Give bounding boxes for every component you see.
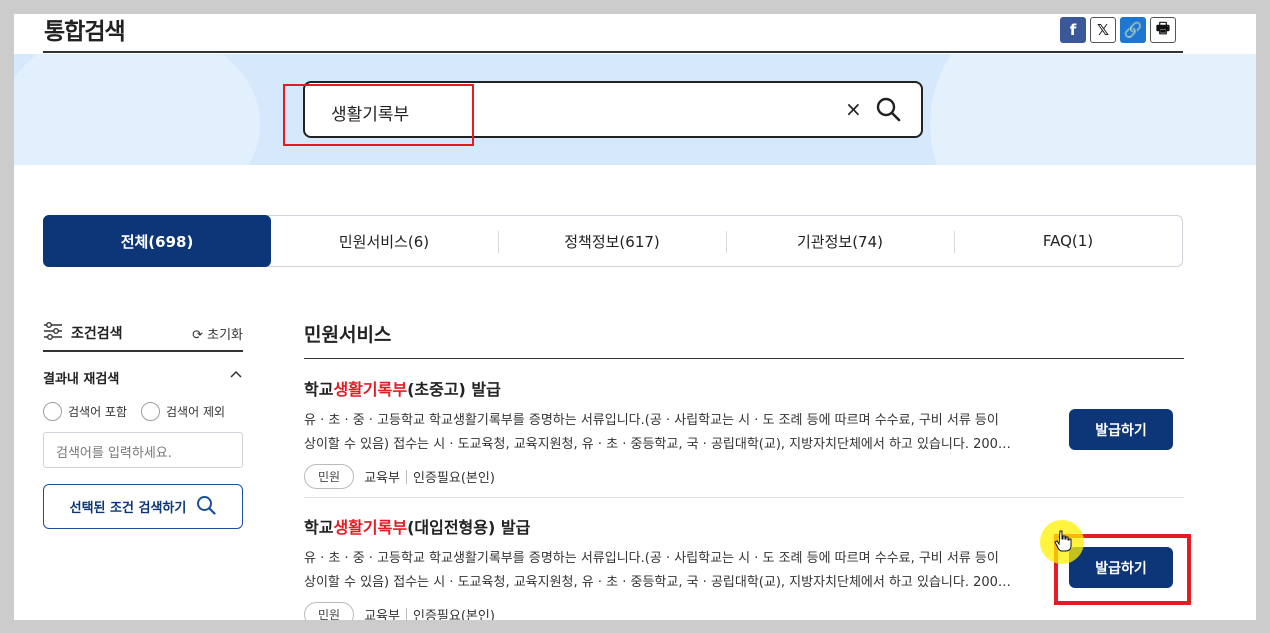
section-divider — [304, 358, 1184, 359]
page-title: 통합검색 — [44, 19, 126, 45]
category-badge: 민원 — [304, 602, 355, 620]
apply-filter-button[interactable]: 선택된 조건 검색하기 — [43, 484, 243, 529]
query-highlight-box — [283, 84, 474, 146]
refine-header[interactable]: 결과내 재검색 — [43, 368, 243, 387]
hand-cursor-icon — [1054, 530, 1072, 556]
item-divider — [304, 497, 1184, 498]
link-icon[interactable]: 🔗 — [1120, 17, 1146, 43]
include-radio[interactable] — [43, 402, 62, 421]
result-description: 유 · 초 · 중 · 고등학교 학교생활기록부를 증명하는 서류입니다.(공 … — [304, 551, 1011, 590]
refine-title: 결과내 재검색 — [43, 372, 120, 387]
filter-icon — [43, 322, 63, 344]
apply-filter-label: 선택된 조건 검색하기 — [69, 501, 187, 516]
tab-agency[interactable]: 기관정보(74) — [726, 216, 954, 266]
tab-all[interactable]: 전체(698) — [43, 215, 271, 267]
tab-faq[interactable]: FAQ(1) — [954, 216, 1182, 266]
result-title[interactable]: 학교생활기록부(초중고) 발급 — [304, 376, 1184, 400]
section-title: 민원서비스 — [304, 324, 392, 346]
title-divider — [43, 51, 1183, 53]
exclude-radio[interactable] — [141, 402, 161, 421]
tab-civil-service[interactable]: 민원서비스(6) — [270, 216, 498, 266]
reset-label: 초기화 — [207, 327, 243, 343]
page: 통합검색 f 𝕏 🔗 🖶 생활기록부 × 전체(698) 민원서비스(6) 정책… — [14, 14, 1256, 620]
filter-title: 조건검색 — [71, 326, 123, 342]
result-tabs: 전체(698) 민원서비스(6) 정책정보(617) 기관정보(74) FAQ(… — [43, 215, 1183, 267]
result-meta: 민원 교육부 인증필요(본인) — [304, 602, 1184, 620]
refine-search-input[interactable]: 검색어를 입력하세요. — [43, 432, 243, 468]
search-icon[interactable] — [875, 96, 901, 126]
auth-label: 인증필요(본인) — [412, 609, 495, 620]
auth-label: 인증필요(본인) — [412, 471, 495, 486]
refresh-icon: ⟳ — [192, 327, 203, 343]
result-meta: 민원 교육부 인증필요(본인) — [304, 464, 1184, 489]
clear-icon[interactable]: × — [845, 97, 862, 121]
reset-button[interactable]: ⟳ 초기화 — [192, 324, 243, 343]
facebook-icon[interactable]: f — [1060, 17, 1086, 43]
print-icon[interactable]: 🖶 — [1150, 17, 1176, 43]
filter-sidebar: 조건검색 ⟳ 초기화 결과내 재검색 검색어 포함 검색어 제외 검색어를 입력… — [43, 316, 243, 529]
result-item: 학교생활기록부(초중고) 발급 유 · 초 · 중 · 고등학교 학교생활기록부… — [304, 376, 1184, 489]
search-icon — [196, 495, 216, 519]
x-icon[interactable]: 𝕏 — [1090, 17, 1116, 43]
result-description: 유 · 초 · 중 · 고등학교 학교생활기록부를 증명하는 서류입니다.(공 … — [304, 413, 1011, 452]
include-label: 검색어 포함 — [68, 405, 128, 419]
exclude-option[interactable]: 검색어 제외 — [141, 402, 225, 421]
share-toolbar: f 𝕏 🔗 🖶 — [1060, 17, 1176, 43]
agency-label: 교육부 — [364, 609, 400, 620]
issue-button[interactable]: 발급하기 — [1069, 409, 1173, 450]
filter-header: 조건검색 ⟳ 초기화 — [43, 316, 243, 352]
include-option[interactable]: 검색어 포함 — [43, 402, 127, 421]
exclude-label: 검색어 제외 — [166, 405, 226, 419]
refine-options: 검색어 포함 검색어 제외 — [43, 402, 243, 421]
agency-label: 교육부 — [364, 471, 400, 486]
chevron-up-icon[interactable] — [229, 368, 243, 387]
category-badge: 민원 — [304, 464, 355, 489]
tab-policy[interactable]: 정책정보(617) — [498, 216, 726, 266]
